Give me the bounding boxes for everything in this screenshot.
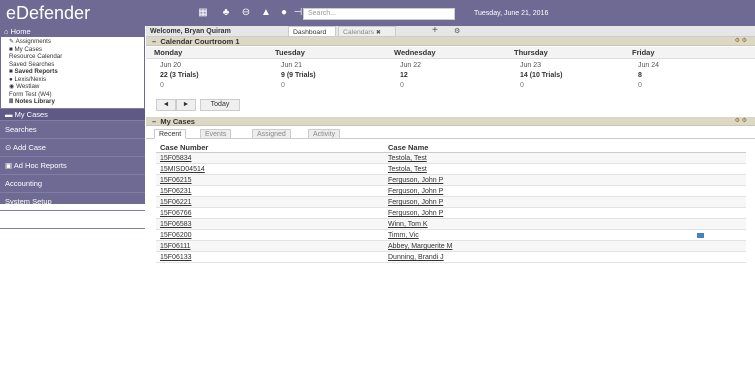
calendar-day[interactable]: Wednesday Jun 22 12 0	[386, 47, 506, 97]
sidebar-item-accounting[interactable]: Accounting	[0, 173, 145, 192]
calendar-panel-header: – Calendar Courtroom 1 ⚙ ⚙	[146, 37, 755, 46]
sidebar: ⌂ Home ✎ Assignments ■ My Cases Resource…	[0, 26, 145, 242]
top-bar: eDefender ▦ ♣ ⊖ ▲ ● ⊣ Search... Tuesday,…	[0, 0, 755, 26]
message-icon[interactable]	[697, 233, 704, 238]
panel-settings-icon[interactable]: ⚙ ⚙	[735, 37, 747, 46]
case-name-link[interactable]: Timm, Vic	[388, 230, 419, 241]
sidebar-item-system-setup[interactable]: System Setup	[0, 191, 145, 210]
col-case-number[interactable]: Case Number	[160, 142, 208, 153]
panel-settings-icon[interactable]: ⚙ ⚙	[735, 117, 747, 126]
case-number-link[interactable]: 15F06133	[160, 252, 192, 263]
folder-icon: ▬	[5, 109, 15, 119]
col-case-name[interactable]: Case Name	[388, 142, 428, 153]
case-number-link[interactable]: 15F06111	[160, 241, 191, 252]
users-icon[interactable]: ♣	[220, 7, 232, 19]
sidebar-item-add-case[interactable]: ⊙ Add Case	[0, 137, 145, 156]
sidebar-item-home[interactable]: ⌂ Home	[0, 26, 145, 37]
tab-recent[interactable]: Recent	[154, 129, 187, 139]
table-row: 15F06200 Timm, Vic	[156, 230, 746, 241]
case-name-link[interactable]: Ferguson, John P	[388, 186, 443, 197]
table-row: 15F06215 Ferguson, John P	[156, 175, 746, 186]
tree-item-form-test[interactable]: Form Test (W4)	[1, 91, 144, 99]
calendar-day[interactable]: Tuesday Jun 21 9 (9 Trials) 0	[267, 47, 386, 97]
table-row: 15F06583 Winn, Tom K	[156, 219, 746, 230]
tree-item-assignments[interactable]: ✎ Assignments	[1, 38, 144, 46]
case-number-link[interactable]: 15F06200	[160, 230, 192, 241]
table-row: 15F05834 Testola, Test	[156, 153, 746, 164]
add-tab-button[interactable]: +	[428, 26, 442, 37]
table-row: 15F06111 Abbey, Marguerite M	[156, 241, 746, 252]
calendar-day[interactable]: Friday Jun 24 8 0	[624, 47, 755, 97]
case-number-link[interactable]: 15F06221	[160, 197, 192, 208]
prev-button[interactable]: ◄	[156, 99, 176, 111]
tab-calendars[interactable]: Calendars ✖	[338, 26, 396, 37]
case-number-link[interactable]: 15MISD04514	[160, 164, 205, 175]
sidebar-item-my-cases[interactable]: ▬ My Cases	[0, 107, 145, 120]
add-icon: ⊙	[5, 142, 13, 152]
case-number-link[interactable]: 15F06215	[160, 175, 192, 186]
tree-item-saved-reports[interactable]: ■ Saved Reports	[1, 68, 144, 76]
sidebar-item-ad-hoc-reports[interactable]: ▣ Ad Hoc Reports	[0, 155, 145, 174]
tree-item-notes-library[interactable]: Ⅲ Notes Library	[1, 98, 144, 106]
case-number-link[interactable]: 15F06231	[160, 186, 192, 197]
case-name-link[interactable]: Ferguson, John P	[388, 175, 443, 186]
case-number-link[interactable]: 15F06766	[160, 208, 192, 219]
tree-item-resource-calendar[interactable]: Resource Calendar	[1, 53, 144, 61]
help-icon[interactable]: ●	[278, 7, 290, 19]
home-icon: ⌂	[4, 27, 11, 36]
case-name-link[interactable]: Abbey, Marguerite M	[388, 241, 452, 252]
table-row: 15F06766 Ferguson, John P	[156, 208, 746, 219]
today-button[interactable]: Today	[200, 99, 240, 111]
tab-events[interactable]: Events	[200, 129, 232, 139]
current-date: Tuesday, June 21, 2016	[474, 10, 549, 17]
table-row: 15F06221 Ferguson, John P	[156, 197, 746, 208]
case-name-link[interactable]: Ferguson, John P	[388, 208, 443, 219]
next-button[interactable]: ►	[176, 99, 196, 111]
table-row: 15MISD04514 Testola, Test	[156, 164, 746, 175]
tab-dashboard[interactable]: Dashboard	[288, 26, 336, 37]
my-cases-tabs: Recent Events Assigned Activity	[146, 128, 755, 139]
case-number-link[interactable]: 15F06583	[160, 219, 192, 230]
tabs-bar: Welcome, Bryan Quiram Dashboard Calendar…	[146, 26, 755, 37]
case-name-link[interactable]: Winn, Tom K	[388, 219, 428, 230]
report-icon: ▣	[5, 160, 14, 170]
sidebar-item-system-admin[interactable]: ⁄⁄ System Admin	[0, 209, 145, 228]
sidebar-item-searches[interactable]: Searches	[0, 119, 145, 138]
bell-icon[interactable]: ▲	[260, 7, 272, 19]
table-row: 15F06231 Ferguson, John P	[156, 186, 746, 197]
case-name-link[interactable]: Dunning, Brandi J	[388, 252, 444, 263]
case-name-link[interactable]: Testola, Test	[388, 153, 427, 164]
grid-icon[interactable]: ▦	[197, 7, 209, 19]
car-icon[interactable]: ⊖	[240, 7, 252, 19]
case-name-link[interactable]: Ferguson, John P	[388, 197, 443, 208]
tab-assigned[interactable]: Assigned	[252, 129, 291, 139]
search-input[interactable]: Search...	[303, 8, 455, 20]
tree-item-westlaw[interactable]: ◉ Westlaw	[1, 83, 144, 91]
tab-activity[interactable]: Activity	[308, 129, 341, 139]
calendar-day[interactable]: Monday Jun 20 22 (3 Trials) 0	[146, 47, 267, 97]
case-number-link[interactable]: 15F05834	[160, 153, 192, 164]
tree-item-lexis-nexis[interactable]: ● Lexis/Nexis	[1, 76, 144, 84]
tree-item-my-cases[interactable]: ■ My Cases	[1, 46, 144, 54]
table-header: Case Number Case Name	[156, 142, 746, 153]
calendar-day[interactable]: Thursday Jun 23 14 (10 Trials) 0	[506, 47, 624, 97]
app-logo[interactable]: eDefender	[6, 3, 90, 24]
calendar-grid: Monday Jun 20 22 (3 Trials) 0 Tuesday Ju…	[146, 47, 755, 97]
table-body: 15F05834 Testola, Test 15MISD04514 Testola…	[156, 153, 746, 263]
tree-item-saved-searches[interactable]: Saved Searches	[1, 61, 144, 69]
home-tree: ✎ Assignments ■ My Cases Resource Calend…	[1, 37, 144, 108]
collapse-sidebar-button[interactable]: «	[0, 227, 145, 246]
cases-table: Case Number Case Name 15F05834 Testola, T…	[156, 142, 746, 263]
welcome-text: Welcome, Bryan Quiram	[150, 28, 231, 35]
my-cases-panel-header: – My Cases ⚙ ⚙	[146, 117, 755, 126]
tab-settings-icon[interactable]: ⚙	[450, 26, 464, 37]
case-name-link[interactable]: Testola, Test	[388, 164, 427, 175]
calendar-panel-title[interactable]: – Calendar Courtroom 1	[152, 37, 240, 46]
table-row: 15F06133 Dunning, Brandi J	[156, 252, 746, 263]
my-cases-panel-title[interactable]: – My Cases	[152, 117, 195, 126]
close-icon[interactable]: ✖	[376, 30, 381, 36]
